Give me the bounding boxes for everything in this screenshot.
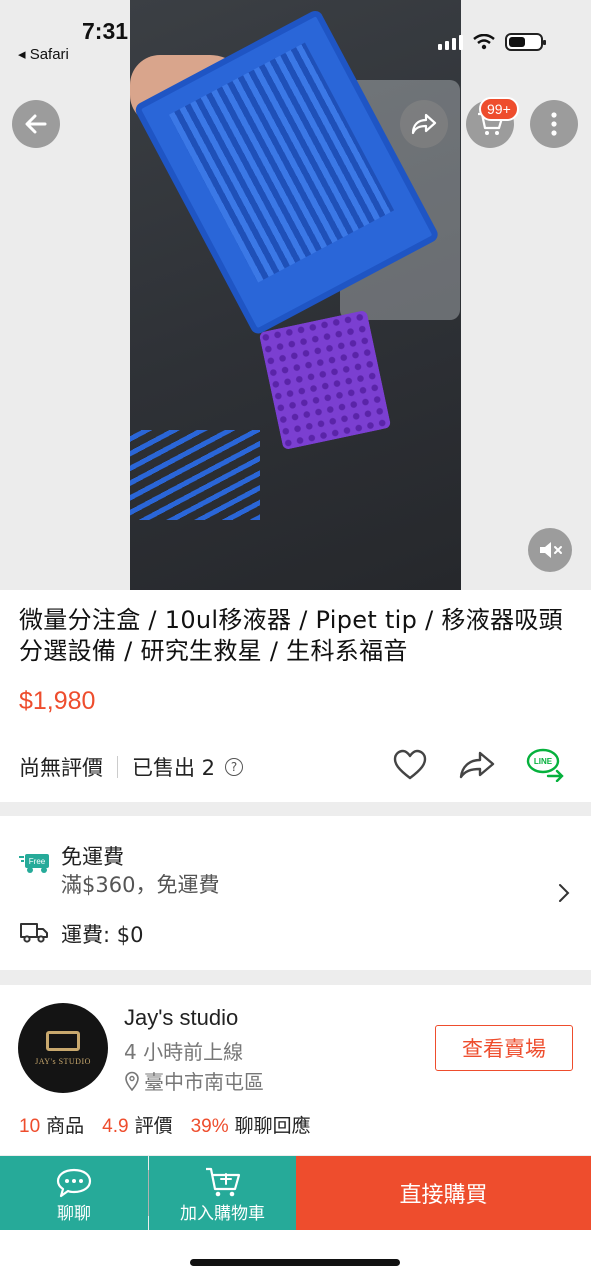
shop-location: 臺中市南屯區 — [124, 1066, 264, 1095]
shipping-section[interactable]: Free 免運費 滿$360，免運費 運費: $0 — [0, 816, 591, 970]
add-to-cart-icon — [205, 1167, 240, 1197]
battery-icon — [505, 33, 546, 51]
chat-bubble-icon — [56, 1168, 92, 1198]
location-pin-icon — [125, 1071, 139, 1091]
shipping-condition: 滿$360，免運費 — [61, 873, 220, 897]
stat-products: 10 商品 — [19, 1115, 85, 1137]
chat-button[interactable]: 聊聊 — [0, 1156, 148, 1230]
rating-sold-row: 尚無評價 已售出 2 ? — [19, 752, 244, 782]
chat-label: 聊聊 — [57, 1204, 91, 1224]
product-price: $1,980 — [19, 687, 96, 715]
blue-strips-image — [130, 430, 260, 520]
signal-icon — [438, 34, 463, 50]
shop-logo-text: JAY's STUDIO — [35, 1056, 91, 1066]
purple-tip-rack-image — [258, 309, 392, 451]
shop-section: JAY's STUDIO Jay's studio 4 小時前上線 臺中市南屯區… — [0, 985, 591, 1155]
shipping-title: 免運費 — [61, 845, 124, 869]
help-icon[interactable]: ? — [225, 758, 244, 776]
shop-name[interactable]: Jay's studio — [124, 1005, 238, 1031]
back-button[interactable] — [12, 100, 60, 148]
shop-logo-icon — [46, 1030, 80, 1051]
free-shipping-truck-icon: Free — [19, 854, 49, 873]
home-indicator[interactable] — [190, 1259, 400, 1266]
shop-online-status: 4 小時前上線 — [124, 1040, 244, 1064]
product-video[interactable] — [130, 0, 461, 590]
chevron-right-icon — [559, 884, 570, 902]
share-icon — [411, 113, 437, 135]
wifi-icon — [473, 34, 495, 50]
sold-count: 已售出 2 — [132, 756, 216, 780]
add-to-cart-button[interactable]: 加入購物車 — [149, 1156, 296, 1230]
view-shop-button[interactable]: 查看賣場 — [435, 1025, 573, 1071]
stat-rating: 4.9 評價 — [102, 1115, 173, 1137]
more-vertical-icon — [551, 112, 557, 136]
status-time: 7:31 — [82, 18, 129, 44]
bottom-action-bar: 聊聊 加入購物車 直接購買 — [0, 1156, 591, 1230]
product-page: 7:31 ◂ Safari 99+ 微量分注盒 / 10ul移液器 / Pipe… — [0, 0, 591, 1280]
shop-stats: 10 商品 4.9 評價 39% 聊聊回應 — [19, 1111, 311, 1138]
line-label: LINE — [534, 757, 553, 766]
meta-divider — [117, 756, 118, 778]
product-info-section: 微量分注盒 / 10ul移液器 / Pipet tip / 移液器吸頭分選設備 … — [0, 590, 591, 802]
buy-now-button[interactable]: 直接購買 — [296, 1156, 591, 1230]
line-share-icon[interactable]: LINE — [526, 748, 566, 782]
free-badge-text: Free — [29, 857, 46, 866]
product-actions: LINE — [392, 748, 566, 782]
share-icon[interactable] — [458, 750, 496, 780]
speaker-muted-icon — [540, 542, 562, 558]
stat-chat-response: 39% 聊聊回應 — [190, 1115, 311, 1137]
arrow-left-icon — [25, 114, 47, 134]
cart-count-badge: 99+ — [479, 97, 519, 121]
back-to-safari-link[interactable]: ◂ Safari — [18, 45, 69, 63]
shipping-fee: 運費: $0 — [61, 923, 144, 947]
truck-icon — [20, 923, 48, 943]
shop-location-text: 臺中市南屯區 — [144, 1070, 264, 1094]
product-title: 微量分注盒 / 10ul移液器 / Pipet tip / 移液器吸頭分選設備 … — [19, 606, 563, 665]
product-media: 7:31 ◂ Safari 99+ — [0, 0, 591, 590]
heart-icon[interactable] — [392, 749, 428, 781]
share-button[interactable] — [400, 100, 448, 148]
mute-toggle-button[interactable] — [528, 528, 572, 572]
rating-text: 尚無評價 — [19, 756, 103, 780]
shop-avatar[interactable]: JAY's STUDIO — [18, 1003, 108, 1093]
status-icons — [438, 33, 546, 51]
home-indicator-area — [0, 1230, 591, 1280]
add-to-cart-label: 加入購物車 — [180, 1204, 265, 1224]
more-options-button[interactable] — [530, 100, 578, 148]
